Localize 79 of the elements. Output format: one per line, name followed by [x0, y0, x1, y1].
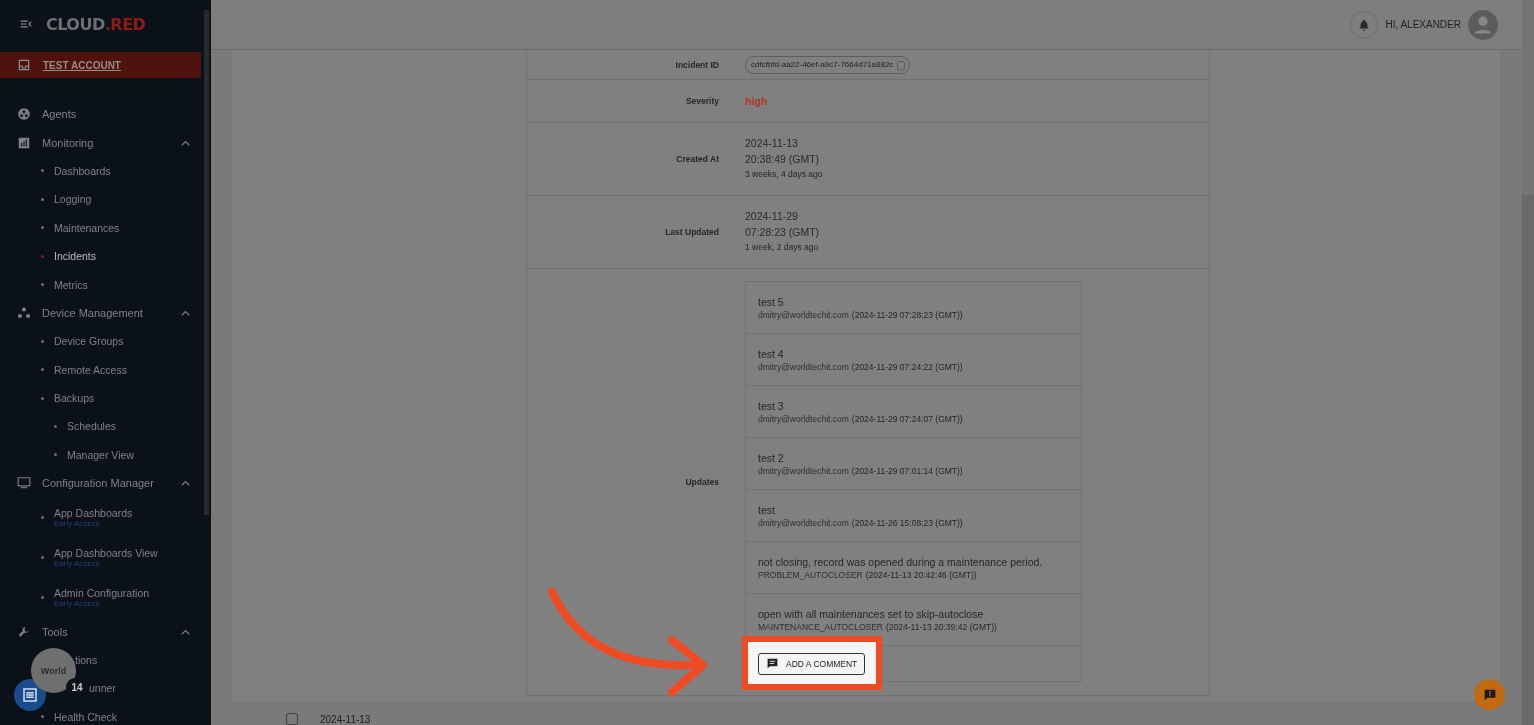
- avatar-icon: [1468, 9, 1498, 40]
- chart-icon: [17, 135, 31, 150]
- nav-group[interactable]: Configuration Manager: [42, 477, 181, 490]
- menu-icon: [19, 17, 33, 31]
- nav-item[interactable]: Metrics: [54, 278, 88, 291]
- field-label: Last Updated: [664, 227, 719, 237]
- field-label: Severity: [684, 96, 719, 106]
- severity-value: high: [745, 95, 768, 107]
- update-author: PROBLEM_AUTOCLOSER: [758, 570, 863, 580]
- update-author: dmitry@worldtechit.com: [758, 518, 849, 528]
- field-label: Updates: [684, 476, 719, 487]
- relative-time: 3 weeks, 4 days ago: [745, 168, 823, 181]
- update-author: dmitry@worldtechit.com: [758, 310, 849, 320]
- nav-item[interactable]: App Dashboards View: [54, 546, 158, 559]
- update-text: not closing, record was opened during a maintenance period.: [758, 555, 1044, 570]
- update-text: open with all maintenances set to skip-autoclose: [758, 607, 985, 622]
- date-value: 2024-11-29: [745, 209, 799, 224]
- nav-item[interactable]: Schedules: [67, 420, 117, 433]
- sidebar-scrollbar[interactable]: [204, 10, 209, 515]
- nav-item[interactable]: Health Check: [54, 710, 118, 723]
- update-time: (2024-11-26 15:08:23 (GMT)): [851, 518, 963, 528]
- account-bar[interactable]: TEST ACCOUNT: [0, 52, 201, 78]
- incident-id: cdfcfbfd-aa22-46ef-a9c7-7664d71a882c: [751, 60, 894, 69]
- app-logo: CLOUD.RED: [46, 14, 146, 34]
- update-text: test 4: [758, 347, 785, 362]
- nav-item[interactable]: Maintenances: [54, 221, 120, 234]
- nav-group[interactable]: Device Management: [42, 306, 181, 319]
- field-label: Created At: [675, 154, 719, 164]
- relative-time: 1 week, 2 days ago: [745, 241, 820, 254]
- time-value: 07:28:23 (GMT): [745, 224, 820, 240]
- nav-group[interactable]: Tools: [42, 625, 181, 638]
- update-text: test: [758, 503, 776, 518]
- update-author: dmitry@worldtechit.com: [758, 362, 849, 372]
- monitor-icon: [17, 476, 31, 491]
- update-author: dmitry@worldtechit.com: [758, 466, 849, 476]
- nav-item[interactable]: Remote Access: [54, 363, 127, 376]
- nav-group[interactable]: Monitoring: [42, 136, 181, 149]
- wrench-icon: [17, 624, 31, 639]
- date-value: 2024-11-13: [745, 136, 799, 151]
- nav-item[interactable]: unner: [89, 682, 116, 695]
- nav-item[interactable]: tions: [75, 654, 98, 667]
- row-checkbox[interactable]: [286, 713, 298, 725]
- nav-item[interactable]: Backups: [54, 392, 95, 405]
- early-access-label: Early Access: [54, 558, 101, 568]
- comment-icon: [766, 657, 779, 670]
- account-name[interactable]: TEST ACCOUNT: [43, 59, 121, 71]
- nav-item[interactable]: Logging: [54, 193, 92, 206]
- copy-icon: [896, 58, 907, 71]
- add-comment-button[interactable]: ADD A COMMENT: [758, 652, 866, 675]
- inbox-icon: [17, 58, 31, 72]
- update-text: test 2: [758, 451, 785, 466]
- update-author: dmitry@worldtechit.com: [758, 414, 849, 424]
- update-text: test 3: [758, 399, 785, 414]
- update-time: (2024-11-29 07:24:07 (GMT)): [851, 414, 963, 424]
- feedback-button[interactable]: [1474, 679, 1505, 710]
- update-time: (2024-11-29 07:28:23 (GMT)): [851, 310, 963, 320]
- update-text: test 5: [758, 295, 785, 310]
- update-time: (2024-11-29 07:24:22 (GMT)): [851, 362, 963, 372]
- time-value: 20:38:49 (GMT): [745, 151, 821, 167]
- update-time: (2024-11-13 20:39:42 (GMT)): [886, 622, 997, 632]
- nav-item[interactable]: Device Groups: [54, 335, 124, 348]
- nav-item[interactable]: Incidents: [54, 250, 97, 263]
- early-access-label: Early Access: [54, 598, 100, 608]
- field-label: Incident ID: [674, 59, 719, 70]
- early-access-label: Early Access: [54, 518, 101, 528]
- bell-icon: [1357, 17, 1372, 32]
- nav-item[interactable]: Dashboards: [54, 164, 111, 177]
- update-author: MAINTENANCE_AUTOCLOSER: [758, 622, 883, 632]
- agents-icon: [17, 107, 31, 122]
- update-time: (2024-11-13 20:42:46 (GMT)): [865, 570, 977, 580]
- user-greeting[interactable]: HI, ALEXANDER: [1385, 19, 1461, 30]
- nodes-icon: [17, 305, 31, 320]
- nav-item[interactable]: Admin Configuration: [54, 586, 150, 599]
- nav-group[interactable]: Agents: [42, 108, 194, 121]
- list-icon: [21, 686, 39, 704]
- nav-item[interactable]: App Dashboards: [54, 506, 133, 519]
- table-cell: 2024-11-13: [320, 713, 371, 725]
- update-time: (2024-11-29 07:01:14 (GMT)): [851, 466, 963, 476]
- nav-item[interactable]: Manager View: [67, 448, 134, 461]
